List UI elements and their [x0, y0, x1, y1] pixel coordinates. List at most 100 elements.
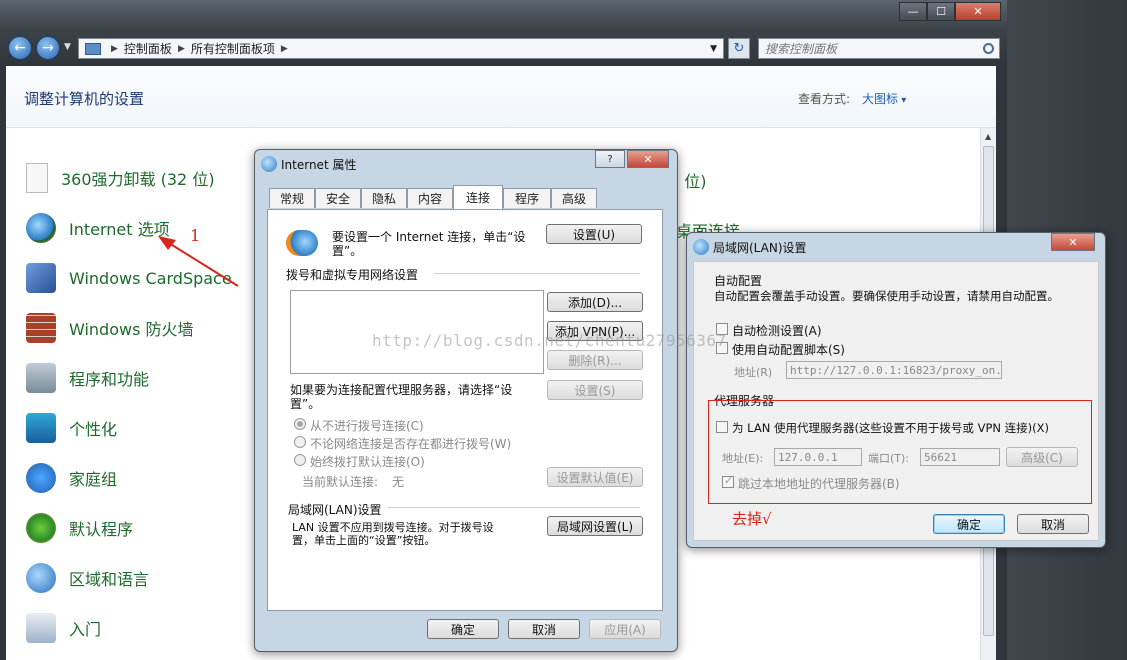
breadcrumb-control-panel[interactable]: 控制面板 [124, 40, 172, 57]
homegroup-icon [26, 463, 56, 493]
search-input[interactable] [759, 41, 969, 56]
scroll-up-arrow-icon[interactable]: ▲ [985, 132, 991, 141]
default-programs-icon [26, 513, 56, 543]
setup-button[interactable]: 设置(U) [546, 224, 642, 244]
cp-item-label: 个性化 [69, 420, 118, 439]
getting-started-icon [26, 613, 56, 643]
forward-button[interactable]: → [36, 36, 60, 60]
cp-item-label: 默认程序 [69, 520, 134, 539]
recent-pages-dropdown[interactable]: ▼ [64, 42, 71, 52]
dialog-close-button[interactable]: ✕ [627, 150, 669, 168]
uninstall-icon [26, 163, 48, 193]
cp-item-cardspace[interactable]: Windows CardSpace [26, 262, 232, 294]
back-button[interactable]: ← [8, 36, 32, 60]
help-button[interactable]: ? [595, 150, 625, 168]
lan-settings-button[interactable]: 局域网设置(L) [547, 516, 643, 536]
lan-settings-dialog: 局域网(LAN)设置 ✕ 自动配置 自动配置会覆盖手动设置。要确保使用手动设置，… [686, 232, 1106, 548]
cp-item-label: Windows 防火墙 [69, 320, 194, 339]
search-box[interactable] [758, 38, 1000, 59]
radio-dial-when-no-net[interactable] [294, 436, 306, 448]
cp-item-label: 区域和语言 [69, 570, 150, 589]
cancel-button[interactable]: 取消 [1017, 514, 1089, 534]
auto-config-section-label: 自动配置 [714, 274, 763, 288]
firewall-icon [26, 313, 56, 343]
maximize-button[interactable]: ☐ [927, 2, 955, 21]
internet-options-icon [261, 156, 277, 172]
remove-button[interactable]: 删除(R)... [547, 350, 643, 370]
search-icon[interactable] [983, 43, 994, 54]
cp-item-default-programs[interactable]: 默认程序 [26, 512, 133, 544]
region-language-icon [26, 563, 56, 593]
add-button[interactable]: 添加(D)... [547, 292, 643, 312]
dialup-section-label: 拨号和虚拟专用网络设置 [286, 268, 419, 282]
tab-content[interactable]: 内容 [407, 188, 453, 208]
cp-item-internet-options[interactable]: Internet 选项 [26, 212, 170, 244]
tab-security[interactable]: 安全 [315, 188, 361, 208]
tab-general[interactable]: 常规 [269, 188, 315, 208]
arrow-left-icon: ← [14, 40, 26, 56]
cp-item-label: Windows CardSpace [69, 268, 232, 288]
cp-item-label: Internet 选项 [69, 220, 170, 239]
tab-advanced[interactable]: 高级 [551, 188, 597, 208]
remove-check-note: 去掉√ [732, 510, 772, 528]
cp-item-programs[interactable]: 程序和功能 [26, 362, 149, 394]
cp-item-label: 360强力卸载 (32 位) [61, 170, 215, 189]
lan-description-cont: 置，单击上面的“设置”按钮。 [292, 534, 436, 547]
cp-item-firewall[interactable]: Windows 防火墙 [26, 312, 194, 344]
caption-buttons: — ☐ ✕ [899, 2, 1001, 21]
radio-never-dial[interactable] [294, 418, 306, 430]
cp-item-getting-started[interactable]: 入门 [26, 612, 101, 644]
view-by-dropdown[interactable]: 大图标 [862, 90, 906, 107]
current-default-label: 当前默认连接: [302, 475, 379, 489]
divider [388, 507, 640, 508]
cp-item-label: 程序和功能 [69, 370, 150, 389]
tab-privacy[interactable]: 隐私 [361, 188, 407, 208]
view-by-label: 查看方式: [798, 92, 851, 106]
setup-description-cont: 置”。 [332, 244, 363, 258]
settings-button[interactable]: 设置(S) [547, 380, 643, 400]
refresh-icon: ↻ [733, 41, 745, 56]
address-bar[interactable]: ▶ 控制面板 ▶ 所有控制面板项 ▶ ▼ [78, 38, 724, 59]
refresh-button[interactable]: ↻ [728, 38, 750, 59]
cp-item-personalization[interactable]: 个性化 [26, 412, 117, 444]
use-script-label: 使用自动配置脚本(S) [732, 343, 845, 357]
close-button[interactable]: ✕ [955, 2, 1001, 21]
cardspace-icon [26, 263, 56, 293]
annotation-number-1: 1 [190, 226, 201, 245]
auto-config-description: 自动配置会覆盖手动设置。要确保使用手动设置，请禁用自动配置。 [714, 289, 1059, 303]
cp-item-360-uninstall[interactable]: 360强力卸载 (32 位) [26, 162, 215, 194]
connections-panel: 要设置一个 Internet 连接，单击“设 置”。 设置(U) 拨号和虚拟专用… [267, 209, 663, 611]
tab-connections[interactable]: 连接 [453, 185, 503, 209]
apply-button[interactable]: 应用(A) [589, 619, 661, 639]
ok-button[interactable]: 确定 [427, 619, 499, 639]
cp-item-homegroup[interactable]: 家庭组 [26, 462, 117, 494]
set-default-button[interactable]: 设置默认值(E) [547, 467, 643, 487]
watermark-text: http://blog.csdn.net/chentu27956367 [372, 331, 727, 350]
script-address-field[interactable]: http://127.0.0.1:16823/proxy_on.pac [786, 361, 1002, 379]
radio-never-dial-label: 从不进行拨号连接(C) [310, 419, 424, 433]
breadcrumb-all-items[interactable]: 所有控制面板项 [191, 40, 275, 57]
cp-item-region-language[interactable]: 区域和语言 [26, 562, 149, 594]
page-title: 调整计算机的设置 [24, 90, 145, 108]
radio-always-dial-label: 始终拨打默认连接(O) [310, 455, 425, 469]
current-default-value: 无 [392, 475, 405, 489]
proxy-hint-cont: 置”。 [290, 397, 321, 411]
lan-settings-body: 自动配置 自动配置会覆盖手动设置。要确保使用手动设置，请禁用自动配置。 自动检测… [693, 261, 1099, 541]
dialog-close-button[interactable]: ✕ [1051, 233, 1095, 251]
tab-programs[interactable]: 程序 [503, 188, 551, 208]
script-address-label: 地址(R) [734, 366, 773, 379]
arrow-right-icon: → [42, 40, 54, 56]
cancel-button[interactable]: 取消 [508, 619, 580, 639]
cp-item-label: 入门 [69, 620, 102, 639]
ok-button[interactable]: 确定 [933, 514, 1005, 534]
minimize-button[interactable]: — [899, 2, 927, 21]
programs-icon [26, 363, 56, 393]
address-dropdown-icon[interactable]: ▼ [710, 44, 717, 54]
tab-strip: 常规 安全 隐私 内容 连接 程序 高级 [269, 185, 669, 210]
connection-wizard-icon [286, 230, 318, 256]
auto-detect-label: 自动检测设置(A) [732, 324, 822, 338]
radio-always-dial[interactable] [294, 454, 306, 466]
lan-section-label: 局域网(LAN)设置 [288, 503, 382, 517]
proxy-highlight-box [708, 400, 1092, 504]
internet-options-icon [26, 213, 56, 243]
